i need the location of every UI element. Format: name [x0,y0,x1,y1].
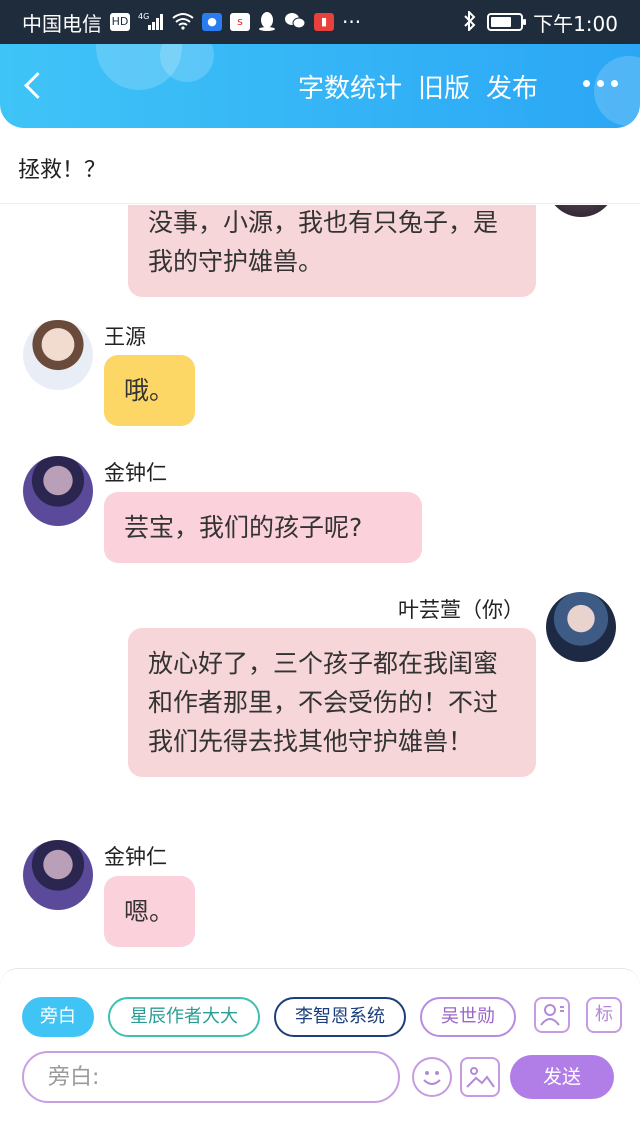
carrier-label: 中国电信 [22,11,102,36]
send-button[interactable]: 发送 [510,1055,614,1099]
sina-app-icon: s [230,13,250,31]
status-bar: 中国电信 HD 4G ● s ▮ ··· 下午1:00 [0,0,640,44]
more-notifications-icon: ··· [342,10,362,34]
qq-icon [258,11,276,34]
role-chip-character[interactable]: 吴世勋 [420,997,516,1037]
wechat-icon [284,12,306,33]
avatar[interactable] [23,456,93,526]
image-icon[interactable] [460,1057,500,1097]
clock: 下午1:00 [533,11,618,36]
avatar[interactable] [546,205,616,217]
avatar[interactable] [23,320,93,390]
tag-button[interactable]: 标 [586,997,622,1033]
wifi-icon [172,12,194,33]
sender-name: 王源 [104,325,146,349]
svg-text:4G: 4G [138,12,149,21]
book-app-icon: ▮ [314,13,334,31]
old-version-button[interactable]: 旧版 [418,74,470,104]
role-chip-system[interactable]: 李智恩系统 [274,997,406,1037]
message-bubble[interactable]: 放心好了，三个孩子都在我闺蜜和作者那里，不会受伤的！不过我们先得去找其他守护雄兽… [128,628,536,777]
add-role-icon[interactable] [534,997,570,1033]
bluetooth-icon [463,9,477,34]
message-bubble[interactable]: 没事，小源，我也有只兔子，是我的守护雄兽。 [128,205,536,297]
role-chip-author[interactable]: 星辰作者大大 [108,997,260,1037]
sender-name: 叶芸萱（你） [398,598,524,622]
role-chip-narration[interactable]: 旁白 [22,997,94,1037]
story-title-bar[interactable]: 拯救！？ [0,128,640,204]
battery-icon [487,13,527,31]
message-bubble[interactable]: 嗯。 [104,876,195,947]
story-title: 拯救！？ [18,158,107,183]
header-decoration [594,56,640,126]
message-bubble[interactable]: 哦。 [104,355,195,426]
sender-name: 金钟仁 [104,461,167,485]
more-options-icon[interactable] [583,80,618,87]
message-bubble[interactable]: 芸宝，我们的孩子呢? [104,492,422,563]
message-input[interactable] [22,1051,400,1103]
avatar[interactable] [23,840,93,910]
chat-area[interactable]: 没事，小源，我也有只兔子，是我的守护雄兽。 王源 哦。 金钟仁 芸宝，我们的孩子… [0,205,640,970]
signal-icon: 4G [138,11,164,34]
bulb-app-icon: ● [202,13,222,31]
avatar[interactable] [546,592,616,662]
sender-name: 金钟仁 [104,845,167,869]
top-app-bar: 字数统计 旧版 发布 [0,44,640,128]
word-count-button[interactable]: 字数统计 [298,74,402,104]
emoji-icon[interactable] [412,1057,452,1097]
hd-badge: HD [110,13,130,31]
back-button[interactable] [18,68,52,102]
composer: 旁白 星辰作者大大 李智恩系统 吴世勋 标 发送 [0,968,640,1138]
publish-button[interactable]: 发布 [486,74,538,104]
